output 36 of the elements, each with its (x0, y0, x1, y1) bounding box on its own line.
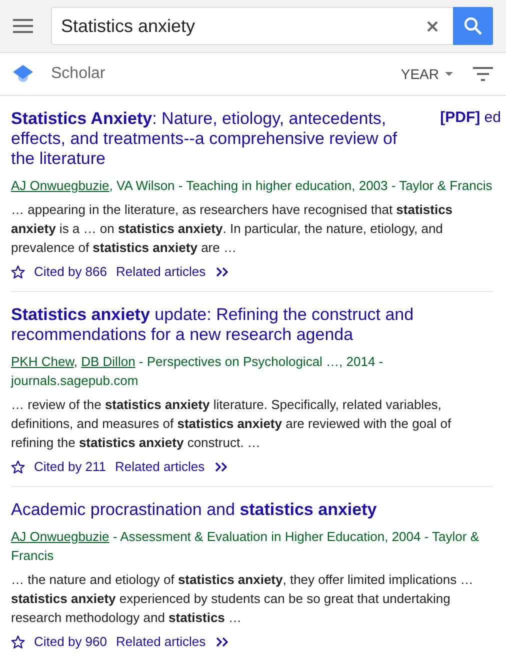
close-icon[interactable] (427, 20, 438, 32)
search-button[interactable] (453, 7, 493, 45)
result-byline: PKH Chew, DB Dillon - Perspectives on Psychological …, 2014 - journals.sagepub.com (11, 353, 384, 390)
author-link[interactable]: PKH Chew (11, 354, 74, 369)
star-icon[interactable] (11, 264, 25, 278)
graduation-cap-icon[interactable] (13, 65, 33, 83)
result-title-link[interactable]: Statistics Anxiety: Nature, etiology, antecedents, effects, and treatments--a comprehensive review of the literature (11, 109, 411, 169)
search-field[interactable]: Statistics anxiety (51, 7, 453, 45)
result-byline: AJ Onwuegbuzie, VA Wilson - Teaching in higher education, 2003 - Taylor & Francis (11, 177, 493, 195)
result-snippet: … review of the statistics anxiety literature. Specifically, related variables, definitions, and measures of statistics anxiety are reviewed with the goal of refining the statistics anxiety construct. … (11, 396, 452, 452)
related-articles-link[interactable]: Related articles (116, 634, 206, 649)
related-articles-link[interactable]: Related articles (115, 459, 205, 474)
double-chevron-icon[interactable] (214, 266, 231, 278)
year-menu[interactable]: YEAR (400, 66, 453, 82)
author-link[interactable]: AJ Onwuegbuzie (11, 529, 110, 544)
result-snippet: … the nature and etiology of statistics anxiety, they offer limited implications … statistics anxiety experienced by students can be so great that undertaking research methodology and statistics … (11, 571, 474, 627)
filter-icon[interactable] (473, 67, 493, 81)
star-icon[interactable] (11, 634, 25, 648)
cited-by-link[interactable]: Cited by 866 (34, 264, 107, 279)
related-articles-link[interactable]: Related articles (116, 264, 206, 279)
menu-icon[interactable] (13, 19, 33, 33)
result-byline: AJ Onwuegbuzie - Assessment & Evaluation in Higher Education, 2004 - Taylor & Francis (11, 528, 480, 565)
author-link[interactable]: DB Dillon (81, 354, 136, 369)
author-link[interactable]: AJ Onwuegbuzie (11, 178, 110, 193)
cited-by-link[interactable]: Cited by 960 (34, 634, 107, 649)
star-icon[interactable] (11, 460, 25, 474)
result-title-link[interactable]: Academic procrastination and statistics anxiety (11, 500, 421, 520)
pdf-link[interactable]: [PDF] ed (440, 109, 501, 126)
brand-name: Scholar (51, 65, 106, 83)
result-snippet: … appearing in the literature, as researchers have recognised that statistics anxiety is a … on statistics anxiety. In particular, the nature, etiology, and prevalence of statistics anxiety are … (11, 201, 454, 257)
result-title-link[interactable]: Statistics anxiety update: Refining the construct and recommendations for a new research agenda (11, 305, 421, 345)
double-chevron-icon[interactable] (214, 636, 231, 648)
double-chevron-icon[interactable] (214, 460, 230, 472)
caret-icon[interactable] (445, 72, 453, 76)
search-icon[interactable] (463, 16, 483, 36)
cited-by-link[interactable]: Cited by 211 (34, 459, 106, 474)
